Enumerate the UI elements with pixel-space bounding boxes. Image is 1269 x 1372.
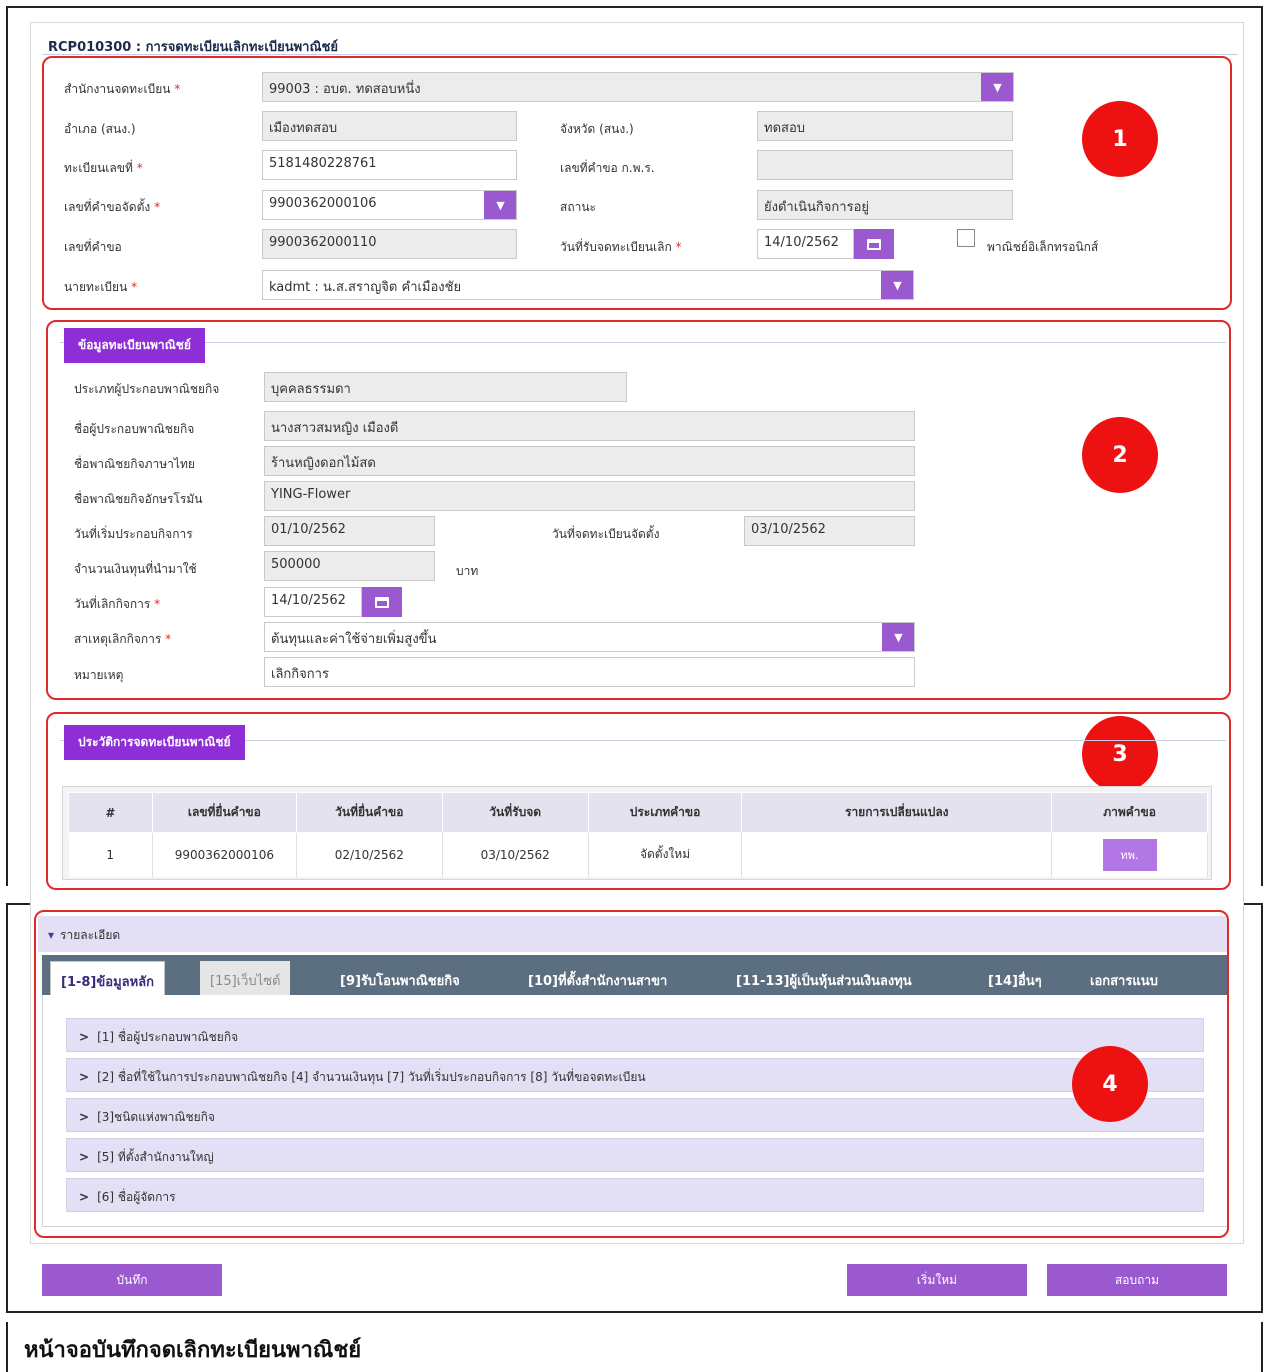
roman-name-field: YING-Flower [264, 481, 915, 511]
calendar-button[interactable] [854, 229, 894, 259]
setup-request-select[interactable]: 9900362000106 ▼ [262, 190, 517, 220]
col-header: ประเภทคำขอ [587, 792, 743, 833]
remark-label: หมายเหตุ [74, 668, 124, 682]
office-label: สำนักงานจดทะเบียน * [64, 82, 181, 96]
request-image-button[interactable]: ทพ. [1102, 838, 1157, 871]
kps-field [757, 150, 1013, 180]
office-select[interactable]: 99003 : อบต. ทดสอบหนึ่ง ▼ [262, 72, 1014, 102]
receive-date-label: วันที่รับจดทะเบียนเลิก * [560, 240, 682, 254]
col-header: # [68, 792, 153, 833]
ecommerce-checkbox[interactable] [957, 229, 975, 247]
province-field: ทดสอบ [757, 111, 1013, 141]
close-date-label: วันที่เลิกกิจการ * [74, 597, 161, 611]
table-row: 1 9900362000106 02/10/2562 03/10/2562 จั… [68, 832, 1208, 877]
row-number: 1 [68, 832, 153, 877]
kps-label: เลขที่คำขอ ก.พ.ร. [560, 161, 655, 175]
capital-unit: บาท [456, 564, 479, 578]
chevron-down-icon[interactable]: ▼ [981, 73, 1013, 101]
callout-badge-3: 3 [1082, 716, 1158, 792]
remark-input[interactable]: เลิกกิจการ [264, 657, 915, 687]
row-changes [741, 832, 1053, 877]
screen-caption: หน้าจอบันทึกจดเลิกทะเบียนพาณิชย์ [24, 1338, 362, 1363]
section2-tab: ข้อมูลทะเบียนพาณิชย์ [64, 328, 205, 363]
col-header: รายการเปลี่ยนแปลง [741, 792, 1053, 833]
status-field: ยังดำเนินกิจการอยู่ [757, 190, 1013, 220]
section3-tab: ประวัติการจดทะเบียนพาณิชย์ [64, 725, 245, 760]
row-submit-date: 02/10/2562 [296, 832, 443, 877]
row-request-type: จัดตั้งใหม่ [588, 832, 743, 877]
col-header: วันที่รับจด [441, 792, 589, 833]
highlight-box-4 [34, 910, 1229, 1238]
chevron-down-icon[interactable]: ▼ [882, 623, 914, 651]
start-date-field: 01/10/2562 [264, 516, 435, 546]
capital-field: 500000 [264, 551, 435, 581]
setup-date-field: 03/10/2562 [744, 516, 915, 546]
amphoe-field: เมืองทดสอบ [262, 111, 517, 141]
owner-name-label: ชื่อผู้ประกอบพาณิชยกิจ [74, 422, 195, 436]
col-header: วันที่ยื่นคำขอ [295, 792, 443, 833]
close-date-input[interactable]: 14/10/2562 [264, 587, 362, 617]
amphoe-label: อำเภอ (สนง.) [64, 122, 136, 136]
request-no-label: เลขที่คำขอ [64, 240, 122, 254]
status-label: สถานะ [560, 200, 596, 214]
close-date-calendar-button[interactable] [362, 587, 402, 617]
setup-request-label: เลขที่คำขอจัดตั้ง * [64, 200, 161, 214]
regno-label: ทะเบียนเลขที่ * [64, 161, 143, 175]
history-table-header: # เลขที่ยื่นคำขอ วันที่ยื่นคำขอ วันที่รั… [68, 792, 1208, 833]
roman-name-label: ชื่อพาณิชยกิจอักษรโรมัน [74, 492, 203, 506]
inquiry-button[interactable]: สอบถาม [1047, 1264, 1227, 1296]
regno-input[interactable]: 5181480228761 [262, 150, 517, 180]
row-image-cell: ทพ. [1051, 832, 1208, 877]
row-request-no: 9900362000106 [152, 832, 297, 877]
owner-type-field: บุคคลธรรมดา [264, 372, 627, 402]
row-receive-date: 03/10/2562 [442, 832, 589, 877]
registrar-label: นายทะเบียน * [64, 280, 138, 294]
registrar-select[interactable]: kadmt : น.ส.สราญจิต คำเมืองชัย ▼ [262, 270, 914, 300]
calendar-icon [867, 238, 881, 250]
receive-date-input[interactable]: 14/10/2562 [757, 229, 854, 259]
calendar-icon [375, 596, 389, 608]
history-table: # เลขที่ยื่นคำขอ วันที่ยื่นคำขอ วันที่รั… [68, 792, 1208, 877]
save-button[interactable]: บันทึก [42, 1264, 222, 1296]
ecommerce-label: พาณิชย์อิเล็กทรอนิกส์ [987, 240, 1099, 254]
callout-badge-2: 2 [1082, 417, 1158, 493]
title-divider [42, 54, 1238, 55]
thai-name-label: ชื่อพาณิชยกิจภาษาไทย [74, 457, 195, 471]
province-label: จังหวัด (สนง.) [560, 122, 634, 136]
callout-badge-4: 4 [1072, 1046, 1148, 1122]
thai-name-field: ร้านหญิงดอกไม้สด [264, 446, 915, 476]
section2-divider [60, 342, 1226, 343]
owner-type-label: ประเภทผู้ประกอบพาณิชยกิจ [74, 382, 220, 396]
col-header: เลขที่ยื่นคำขอ [151, 792, 297, 833]
reason-label: สาเหตุเลิกกิจการ * [74, 632, 172, 646]
capital-label: จำนวนเงินทุนที่นำมาใช้ [74, 562, 197, 576]
reset-button[interactable]: เริ่มใหม่ [847, 1264, 1027, 1296]
callout-badge-1: 1 [1082, 101, 1158, 177]
owner-name-field: นางสาวสมหญิง เมืองดี [264, 411, 915, 441]
reason-select[interactable]: ต้นทุนและค่าใช้จ่ายเพิ่มสูงขึ้น ▼ [264, 622, 915, 652]
chevron-down-icon[interactable]: ▼ [484, 191, 516, 219]
start-date-label: วันที่เริ่มประกอบกิจการ [74, 527, 193, 541]
chevron-down-icon[interactable]: ▼ [881, 271, 913, 299]
col-header: ภาพคำขอ [1051, 792, 1208, 833]
setup-date-label: วันที่จดทะเบียนจัดตั้ง [552, 527, 660, 541]
request-no-field: 9900362000110 [262, 229, 517, 259]
